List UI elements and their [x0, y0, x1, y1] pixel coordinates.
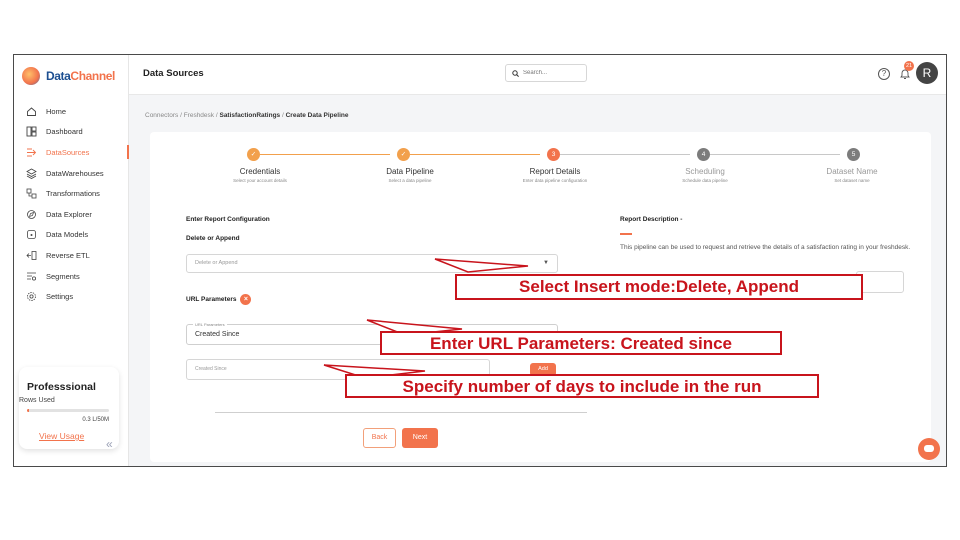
report-description-text: This pipeline can be used to request and… — [620, 244, 911, 251]
top-bar: Data Sources ? 21 R — [129, 55, 946, 95]
plan-card: Professsional Rows Used 0.3 L/50M View U… — [19, 367, 119, 449]
usage-progress-fill — [27, 409, 29, 412]
sidebar-item-label: Data Explorer — [46, 209, 92, 219]
sidebar-item-dashboard[interactable]: Dashboard — [14, 122, 129, 143]
sidebar-item-label: Segments — [46, 271, 80, 281]
sidebar-item-datasources[interactable]: DataSources — [14, 142, 129, 163]
sidebar-item-home[interactable]: Home — [14, 101, 129, 122]
sidebar-item-label: Settings — [46, 292, 74, 302]
reverse-etl-icon — [26, 250, 37, 261]
warehouse-icon — [26, 168, 37, 179]
report-description-label: Report Description - — [620, 216, 683, 223]
breadcrumb: Connectors / Freshdesk / SatisfactionRat… — [145, 112, 349, 119]
sidebar-item-settings[interactable]: Settings — [14, 286, 129, 307]
sidebar-item-transformations[interactable]: Transformations — [14, 183, 129, 204]
callout-url-params: Enter URL Parameters: Created since — [380, 331, 782, 355]
sidebar-item-datawarehouses[interactable]: DataWarehouses — [14, 163, 129, 184]
dashboard-icon — [26, 126, 37, 137]
usage-value: 0.3 L/50M — [82, 417, 109, 423]
sidebar-item-data-explorer[interactable]: Data Explorer — [14, 204, 129, 225]
plan-name: Professsional — [27, 381, 96, 393]
breadcrumb-report[interactable]: SatisfactionRatings — [219, 112, 280, 119]
search-box[interactable] — [505, 64, 587, 82]
home-icon — [26, 106, 37, 117]
back-button[interactable]: Back — [363, 428, 396, 448]
logo-text: DataChannel — [46, 69, 115, 83]
description-accent — [620, 233, 632, 235]
models-icon — [26, 229, 37, 240]
sidebar-item-label: DataWarehouses — [46, 168, 104, 178]
url-params-legend: URL Parameters — [193, 322, 227, 327]
config-heading: Enter Report Configuration — [186, 216, 270, 223]
select-placeholder: Delete or Append — [195, 260, 238, 266]
callout-days: Specify number of days to include in the… — [345, 374, 819, 398]
description-input-box[interactable] — [856, 271, 904, 293]
search-input[interactable] — [523, 70, 577, 76]
sidebar-nav: Home Dashboard DataSources DataWarehouse… — [14, 101, 129, 307]
page-title: Data Sources — [143, 68, 204, 79]
search-icon — [512, 64, 519, 82]
gear-icon — [26, 291, 37, 302]
help-icon[interactable]: ? — [878, 68, 890, 80]
view-usage-link[interactable]: View Usage — [39, 431, 84, 441]
breadcrumb-current: Create Data Pipeline — [285, 112, 349, 119]
sidebar-item-label: Dashboard — [46, 127, 83, 137]
segments-icon — [26, 271, 37, 282]
url-params-label: URL Parameters — [186, 296, 237, 304]
sidebar-item-label: Transformations — [46, 189, 100, 199]
close-icon[interactable]: × — [240, 294, 252, 305]
sidebar: DataChannel Home Dashboard DataSources D… — [14, 55, 129, 466]
explorer-icon — [26, 209, 37, 220]
sidebar-item-label: Reverse ETL — [46, 250, 90, 260]
sidebar-item-reverse-etl[interactable]: Reverse ETL — [14, 245, 129, 266]
usage-progress — [27, 409, 109, 412]
next-button[interactable]: Next — [402, 428, 438, 448]
delete-append-label: Delete or Append — [186, 235, 240, 242]
chat-icon[interactable] — [918, 438, 940, 460]
chevron-down-icon: ▼ — [543, 260, 549, 266]
callout-insert-mode: Select Insert mode:Delete, Append — [455, 274, 863, 300]
collapse-sidebar-icon[interactable]: « — [106, 437, 113, 451]
url-params-value: Created Since — [195, 331, 240, 338]
sidebar-item-data-models[interactable]: Data Models — [14, 225, 129, 246]
delete-append-select[interactable]: Delete or Append ▼ — [186, 254, 558, 273]
sidebar-item-label: Home — [46, 106, 67, 116]
logo-mark-icon — [22, 67, 40, 85]
app-window: DataChannel Home Dashboard DataSources D… — [13, 54, 947, 467]
breadcrumb-connectors[interactable]: Connectors — [145, 112, 178, 119]
sidebar-item-label: Data Models — [46, 230, 89, 240]
datasources-icon — [26, 147, 37, 158]
url-params-heading: URL Parameters × — [186, 294, 252, 305]
avatar[interactable]: R — [916, 62, 938, 84]
transform-icon — [26, 188, 37, 199]
divider — [215, 412, 587, 413]
breadcrumb-freshdesk[interactable]: Freshdesk — [184, 112, 214, 119]
rows-used-label: Rows Used — [19, 397, 55, 404]
sidebar-item-segments[interactable]: Segments — [14, 266, 129, 287]
notification-badge: 21 — [904, 61, 914, 71]
logo[interactable]: DataChannel — [22, 67, 115, 85]
sidebar-item-label: DataSources — [46, 147, 90, 157]
